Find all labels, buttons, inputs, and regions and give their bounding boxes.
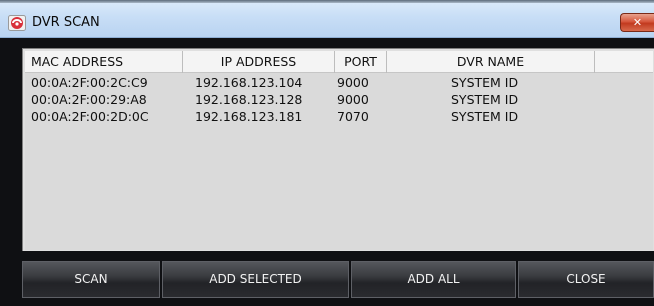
scan-button[interactable]: SCAN bbox=[22, 261, 160, 298]
window-close-button[interactable]: ✕ bbox=[620, 13, 654, 32]
cell-mac-address: 00:0A:2F:00:29:A8 bbox=[31, 92, 147, 107]
close-button[interactable]: CLOSE bbox=[518, 261, 654, 298]
cell-dvr-name: SYSTEM ID bbox=[451, 75, 519, 90]
cell-ip-address: 192.168.123.128 bbox=[195, 92, 303, 107]
column-header-empty[interactable] bbox=[595, 51, 653, 73]
cell-dvr-name: SYSTEM ID bbox=[451, 92, 519, 107]
cell-mac-address: 00:0A:2F:00:2C:C9 bbox=[31, 75, 148, 90]
table-row[interactable]: 00:0A:2F:00:2C:C9 192.168.123.104 9000 S… bbox=[25, 74, 653, 91]
list-header: MAC ADDRESS IP ADDRESS PORT DVR NAME bbox=[25, 51, 653, 73]
title-bar[interactable]: DVR SCAN ✕ bbox=[0, 0, 654, 38]
table-row[interactable]: 00:0A:2F:00:2D:0C 192.168.123.181 7070 S… bbox=[25, 108, 653, 125]
cell-port: 9000 bbox=[337, 92, 369, 107]
button-bar: SCAN ADD SELECTED ADD ALL CLOSE bbox=[22, 261, 654, 298]
cell-port: 7070 bbox=[337, 109, 369, 124]
dvr-scan-window: DVR SCAN ✕ MAC ADDRESS IP ADDRESS PORT D… bbox=[0, 0, 654, 306]
add-all-button[interactable]: ADD ALL bbox=[351, 261, 516, 298]
column-header-port[interactable]: PORT bbox=[335, 51, 387, 73]
dvr-app-icon bbox=[8, 15, 26, 31]
cell-dvr-name: SYSTEM ID bbox=[451, 109, 519, 124]
device-list-frame: MAC ADDRESS IP ADDRESS PORT DVR NAME 00:… bbox=[22, 48, 654, 251]
add-selected-button[interactable]: ADD SELECTED bbox=[162, 261, 349, 298]
title-strip bbox=[0, 0, 654, 3]
cell-ip-address: 192.168.123.181 bbox=[195, 109, 303, 124]
window-title: DVR SCAN bbox=[32, 15, 100, 30]
cell-ip-address: 192.168.123.104 bbox=[195, 75, 303, 90]
close-icon: ✕ bbox=[632, 16, 643, 29]
column-header-dvr-name[interactable]: DVR NAME bbox=[387, 51, 595, 73]
cell-mac-address: 00:0A:2F:00:2D:0C bbox=[31, 109, 149, 124]
cell-port: 9000 bbox=[337, 75, 369, 90]
table-row[interactable]: 00:0A:2F:00:29:A8 192.168.123.128 9000 S… bbox=[25, 91, 653, 108]
column-header-ip-address[interactable]: IP ADDRESS bbox=[183, 51, 335, 73]
device-list[interactable]: MAC ADDRESS IP ADDRESS PORT DVR NAME 00:… bbox=[25, 51, 653, 250]
column-header-mac-address[interactable]: MAC ADDRESS bbox=[25, 51, 183, 73]
